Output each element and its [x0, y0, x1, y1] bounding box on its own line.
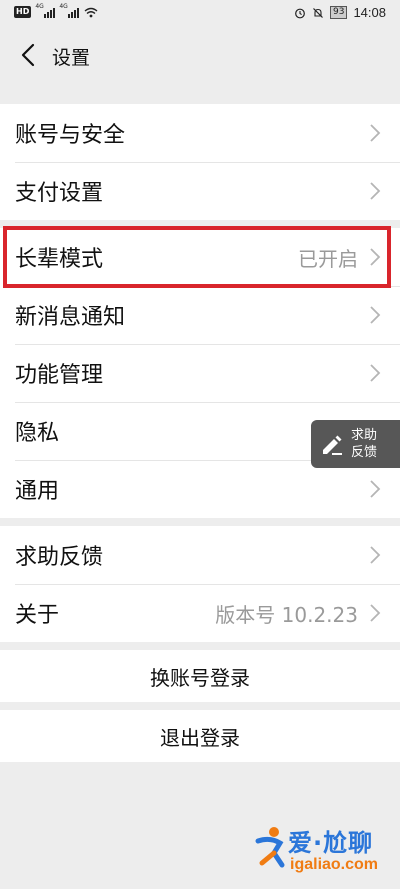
- battery-icon: 93: [330, 6, 348, 19]
- switch-account-button[interactable]: 换账号登录: [0, 650, 400, 702]
- chevron-right-icon: [370, 604, 381, 622]
- settings-item-label: 新消息通知: [15, 305, 126, 330]
- watermark-en: igaliao.com: [290, 856, 379, 873]
- settings-item-label: 求助反馈: [15, 545, 104, 570]
- chevron-right-icon: [370, 546, 381, 564]
- status-bar: HD 4G 4G 93 14:08: [0, 0, 400, 28]
- chevron-right-icon: [370, 364, 381, 382]
- highlight-box: [3, 226, 391, 288]
- wifi-icon: [84, 7, 98, 17]
- settings-item-label: 账号与安全: [15, 123, 126, 148]
- chevron-right-icon: [370, 124, 381, 142]
- chevron-right-icon: [370, 182, 381, 200]
- float-help-label: 求助 反馈: [351, 428, 378, 460]
- back-icon[interactable]: [14, 41, 42, 69]
- settings-item-label: 支付设置: [15, 181, 104, 206]
- settings-item-help-feedback[interactable]: 求助反馈: [0, 526, 400, 584]
- help-feedback-float-button[interactable]: 求助 反馈: [311, 420, 400, 468]
- settings-item-label: 功能管理: [15, 363, 104, 388]
- status-left: HD 4G 4G: [14, 3, 98, 18]
- signal-icon: 4G: [35, 3, 56, 18]
- status-time: 14:08: [353, 5, 386, 20]
- mute-bell-icon: [313, 7, 323, 18]
- settings-item-features[interactable]: 功能管理: [0, 344, 400, 402]
- nav-bar: 设置: [0, 28, 400, 84]
- settings-item-notifications[interactable]: 新消息通知: [0, 286, 400, 344]
- chevron-right-icon: [370, 480, 381, 498]
- runner-logo-icon: [255, 827, 285, 868]
- signal-icon: 4G: [59, 3, 80, 18]
- settings-item-value: 版本号 10.2.23: [215, 602, 358, 627]
- logout-button[interactable]: 退出登录: [0, 710, 400, 762]
- settings-item-label: 通用: [15, 479, 60, 504]
- settings-item-payment[interactable]: 支付设置: [0, 162, 400, 220]
- settings-item-label: 隐私: [15, 421, 60, 446]
- settings-item-about[interactable]: 关于 版本号 10.2.23: [0, 584, 400, 642]
- alarm-icon: [295, 8, 305, 18]
- settings-group-3: 求助反馈 关于 版本号 10.2.23: [0, 526, 400, 642]
- edit-icon: [323, 435, 342, 455]
- chevron-right-icon: [370, 306, 381, 324]
- settings-item-general[interactable]: 通用: [0, 460, 400, 518]
- hd-badge: HD: [14, 6, 32, 18]
- watermark-logo: 爱·尬聊 igaliao.com: [255, 823, 398, 883]
- settings-group-1: 账号与安全 支付设置: [0, 104, 400, 220]
- settings-item-label: 关于: [15, 603, 60, 628]
- page-title: 设置: [52, 47, 91, 69]
- settings-item-account-security[interactable]: 账号与安全: [0, 104, 400, 162]
- watermark-cn: 爱·尬聊: [288, 829, 374, 857]
- status-right: 93 14:08: [294, 5, 386, 20]
